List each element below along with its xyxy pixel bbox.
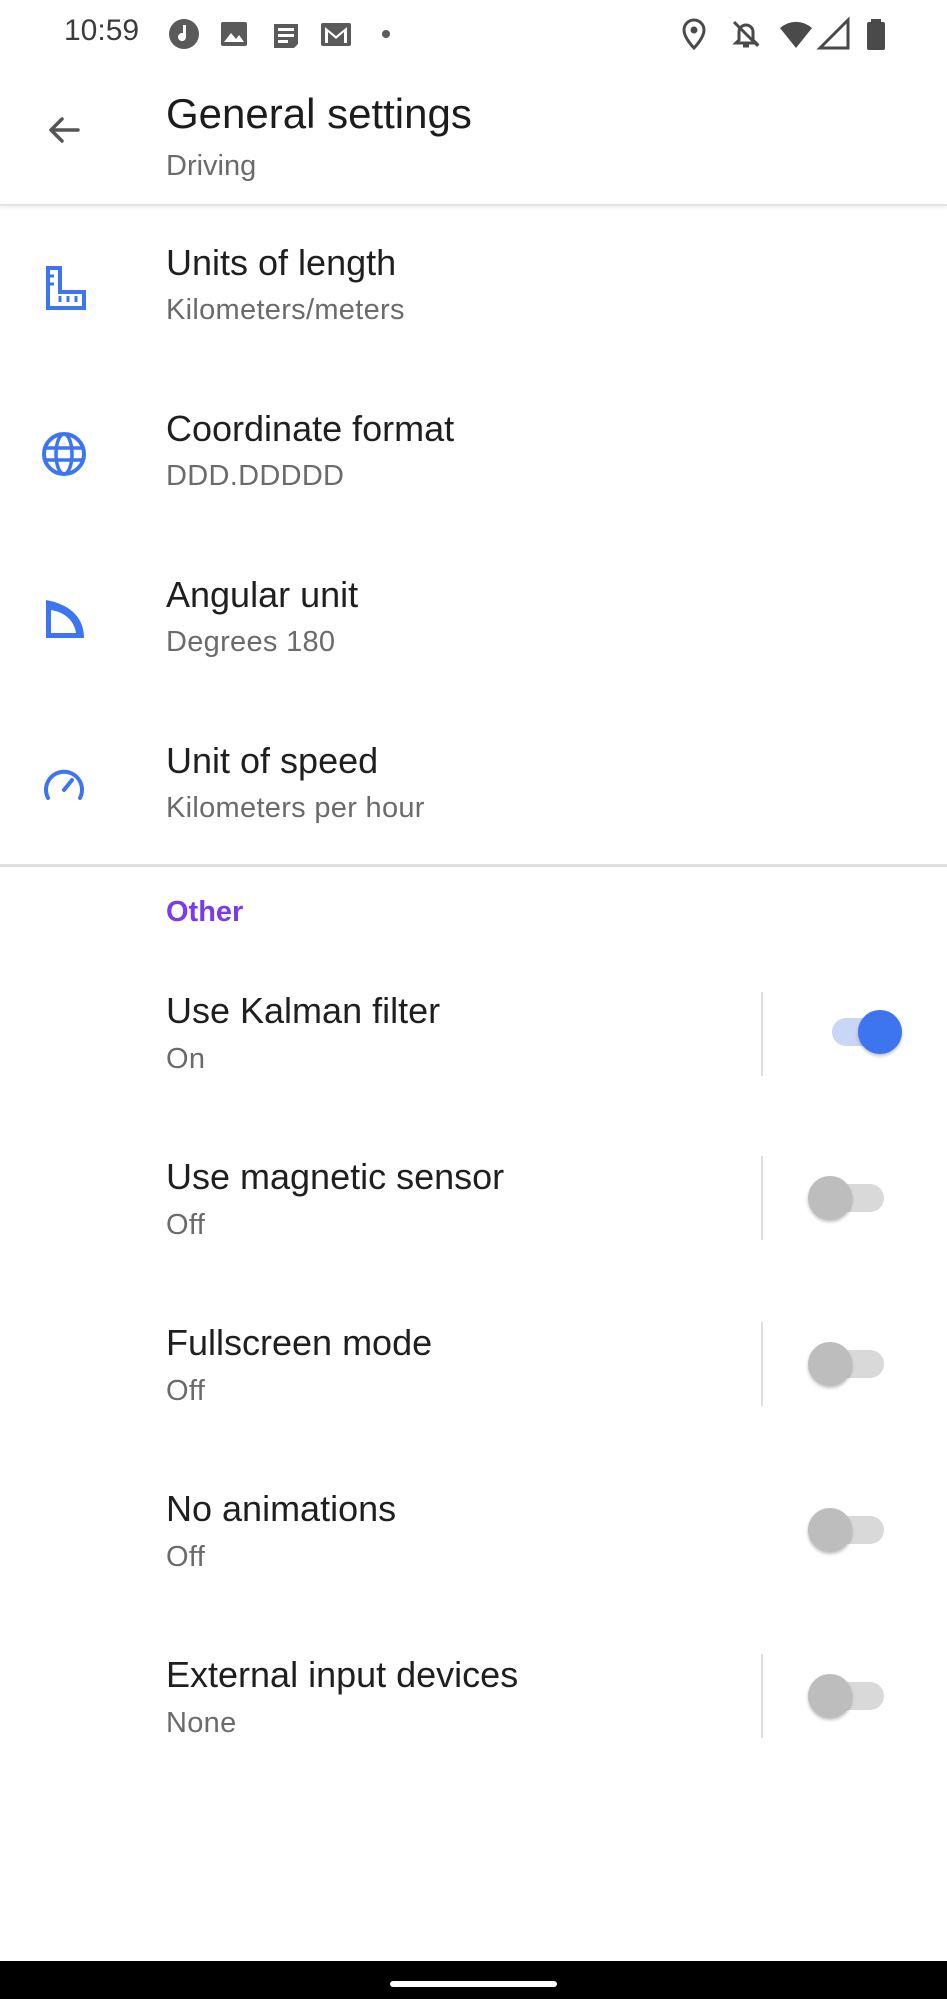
setting-title: Unit of speed (166, 740, 379, 781)
setting-title: Fullscreen mode (166, 1322, 433, 1363)
dot-icon (372, 16, 408, 52)
bell-off-icon (728, 16, 764, 52)
ruler-icon (36, 260, 92, 316)
kalman-filter-switch[interactable] (824, 1002, 904, 1062)
switch-separator (761, 1654, 763, 1738)
battery-icon (858, 16, 894, 52)
section-divider (0, 864, 947, 867)
switch-separator (761, 1156, 763, 1240)
no-animations-switch[interactable] (806, 1500, 886, 1560)
setting-fullscreen-mode[interactable]: Fullscreen mode Off (0, 1284, 947, 1450)
setting-summary: Off (166, 1209, 206, 1241)
arrow-back-icon (44, 110, 84, 155)
setting-title: Units of length (166, 242, 397, 283)
setting-unit-of-speed[interactable]: Unit of speed Kilometers per hour (0, 704, 947, 870)
setting-no-animations[interactable]: No animations Off (0, 1450, 947, 1616)
setting-use-kalman-filter[interactable]: Use Kalman filter On (0, 952, 947, 1118)
globe-icon (36, 426, 92, 482)
magnetic-sensor-switch[interactable] (806, 1168, 886, 1228)
setting-summary: None (166, 1707, 237, 1739)
switch-thumb (808, 1342, 852, 1386)
home-gesture-handle[interactable] (390, 1981, 557, 1987)
gmail-icon (318, 16, 354, 52)
setting-title: No animations (166, 1488, 397, 1529)
setting-summary: Kilometers/meters (166, 294, 405, 326)
setting-summary: Off (166, 1375, 206, 1407)
setting-title: Angular unit (166, 574, 359, 615)
setting-summary: Degrees 180 (166, 626, 336, 658)
status-time: 10:59 (64, 14, 140, 47)
wifi-icon (778, 16, 814, 52)
switch-thumb (808, 1674, 852, 1718)
setting-title: Coordinate format (166, 408, 455, 449)
signal-icon (816, 16, 852, 52)
switch-separator (761, 992, 763, 1076)
app-bar: General settings Driving (0, 70, 947, 206)
setting-external-input-devices[interactable]: External input devices None (0, 1616, 947, 1782)
section-header-other: Other (166, 896, 244, 928)
music-note-icon (166, 16, 202, 52)
setting-units-of-length[interactable]: Units of length Kilometers/meters (0, 206, 947, 372)
setting-use-magnetic-sensor[interactable]: Use magnetic sensor Off (0, 1118, 947, 1284)
setting-coordinate-format[interactable]: Coordinate format DDD.DDDDD (0, 372, 947, 538)
system-nav-bar (0, 1961, 947, 1999)
page-subtitle: Driving (166, 150, 257, 182)
setting-summary: Off (166, 1541, 206, 1573)
setting-title: Use Kalman filter (166, 990, 441, 1031)
back-button[interactable] (30, 98, 98, 166)
setting-title: External input devices (166, 1654, 519, 1695)
angle-icon (36, 592, 92, 648)
switch-separator (761, 1322, 763, 1406)
setting-title: Use magnetic sensor (166, 1156, 505, 1197)
fullscreen-mode-switch[interactable] (806, 1334, 886, 1394)
speedometer-icon (36, 758, 92, 814)
switch-thumb (858, 1010, 902, 1054)
page-title: General settings (166, 90, 472, 137)
location-icon (676, 16, 712, 52)
image-icon (216, 16, 252, 52)
switch-thumb (808, 1508, 852, 1552)
setting-summary: Kilometers per hour (166, 792, 425, 824)
news-icon (268, 16, 304, 52)
external-input-devices-switch[interactable] (806, 1666, 886, 1726)
setting-angular-unit[interactable]: Angular unit Degrees 180 (0, 538, 947, 704)
status-bar: 10:59 (0, 0, 947, 70)
setting-summary: DDD.DDDDD (166, 460, 345, 492)
setting-summary: On (166, 1043, 206, 1075)
switch-thumb (808, 1176, 852, 1220)
